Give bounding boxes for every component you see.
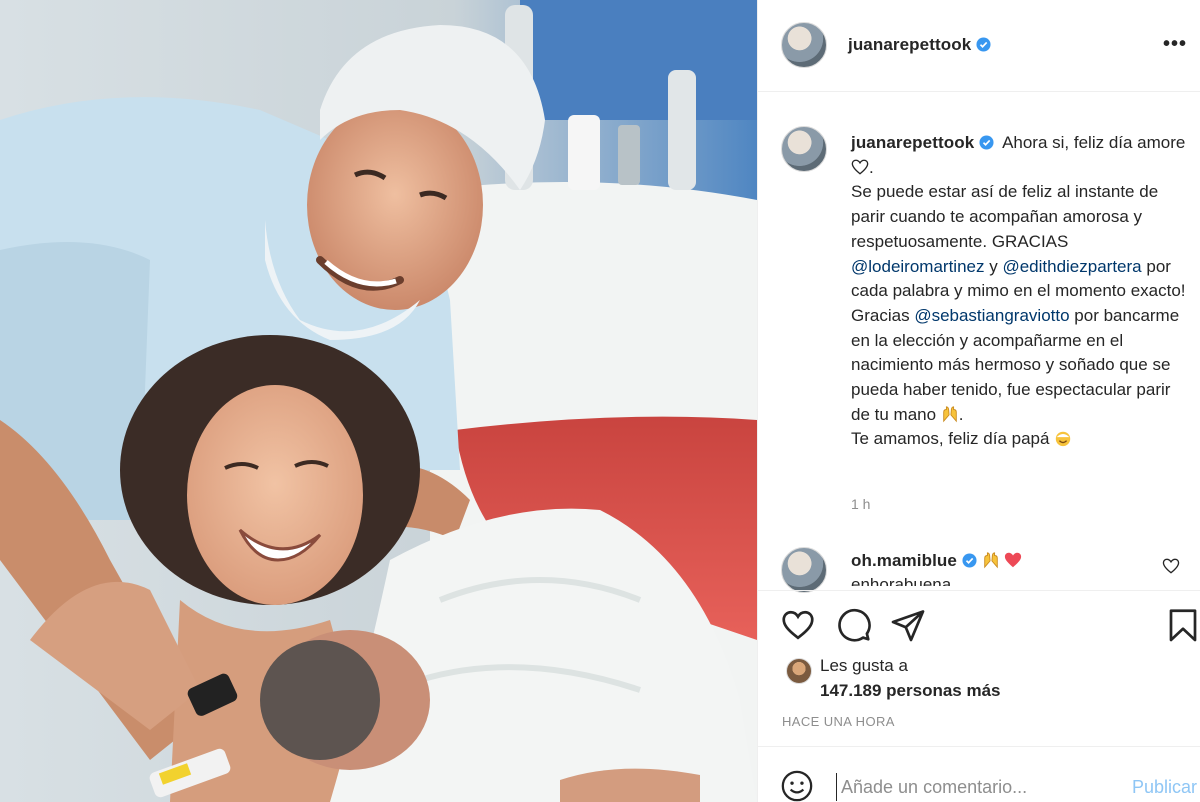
- caption-text: .: [958, 404, 964, 424]
- more-horizontal-icon[interactable]: •••: [1163, 34, 1187, 54]
- post-timestamp[interactable]: HACE UNA HORA: [782, 714, 895, 729]
- comment-text: enhorabuena: [851, 575, 952, 586]
- white-heart-icon: [851, 159, 869, 175]
- post-photo[interactable]: [0, 0, 757, 802]
- caption-timestamp[interactable]: 1 h: [851, 496, 870, 512]
- post-actions: [758, 590, 1200, 660]
- verified-badge-icon: [962, 553, 977, 568]
- caption-username[interactable]: juanarepettook: [851, 133, 994, 152]
- post-panel: juanarepettook ••• juanarepettook Ahora …: [757, 0, 1200, 802]
- save-bookmark-icon[interactable]: [1165, 607, 1200, 643]
- like-heart-icon[interactable]: [780, 607, 816, 643]
- raising-hands-emoji-icon: [943, 406, 957, 423]
- publish-button[interactable]: Publicar: [1132, 777, 1197, 798]
- red-heart-emoji-icon: [1005, 552, 1022, 568]
- post-image: [0, 0, 757, 802]
- emoji-picker-icon[interactable]: [780, 769, 814, 802]
- verified-badge-icon: [979, 135, 994, 150]
- likes-label: Les gusta a: [820, 656, 908, 675]
- mention-link[interactable]: @lodeiromartinez: [851, 257, 984, 276]
- author-avatar[interactable]: [781, 22, 827, 68]
- caption-text: GRACIAS: [991, 231, 1069, 251]
- author-username[interactable]: juanarepettook: [848, 35, 991, 55]
- comment-like-heart-icon[interactable]: [1162, 558, 1180, 574]
- likes-count-link[interactable]: 147.189 personas más: [820, 681, 1001, 701]
- comment-input[interactable]: [836, 773, 1096, 801]
- add-comment-bar: Publicar: [758, 746, 1200, 802]
- comment-bubble-icon[interactable]: [836, 607, 872, 643]
- mention-link[interactable]: @sebastiangraviotto: [914, 306, 1069, 325]
- caption-text: Te amamos, feliz día papá: [851, 429, 1050, 449]
- caption-text: y: [989, 256, 998, 276]
- commenter-avatar[interactable]: [781, 547, 827, 593]
- verified-badge-icon: [976, 37, 991, 52]
- post-caption: juanarepettook Ahora si, feliz día amore…: [851, 131, 1186, 452]
- caption-avatar[interactable]: [781, 126, 827, 172]
- smiling-face-emoji-icon: [1055, 432, 1071, 447]
- post-header: juanarepettook •••: [758, 0, 1200, 92]
- commenter-username[interactable]: oh.mamiblue: [851, 551, 977, 570]
- share-paper-plane-icon[interactable]: [890, 607, 926, 643]
- caption-text: .: [869, 157, 874, 177]
- caption-text: Ahora si, feliz día amore: [1002, 133, 1186, 152]
- comment-item: oh.mamiblue enhorabuena: [851, 549, 1151, 586]
- liker-avatar[interactable]: [786, 658, 812, 684]
- mention-link[interactable]: @edithdiezpartera: [1002, 257, 1141, 276]
- raising-hands-emoji-icon: [983, 552, 998, 569]
